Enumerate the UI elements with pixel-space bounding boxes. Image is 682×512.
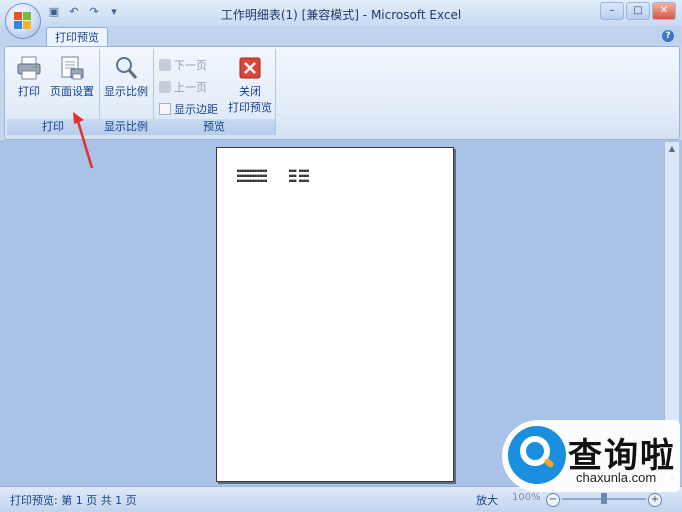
printer-icon bbox=[16, 55, 42, 81]
zoom-button-label: 显示比例 bbox=[104, 85, 148, 98]
watermark-logo-icon bbox=[508, 426, 566, 484]
close-preview-icon bbox=[237, 55, 263, 81]
page-content-col2: ■■■ ■■■■ ■■■ ■■■■ ■■■ ■■■■ bbox=[289, 168, 309, 183]
maximize-button[interactable]: □ bbox=[626, 2, 650, 20]
scroll-up-icon[interactable]: ▲ bbox=[665, 142, 679, 156]
tab-print-preview[interactable]: 打印预览 bbox=[46, 27, 108, 48]
window-title: 工作明细表(1) [兼容模式] - Microsoft Excel bbox=[220, 8, 462, 22]
preview-page[interactable]: ■■■■■■■■■■■■ ■■■■■■■■■■■■ ■■■■■■■■■■■■ ■… bbox=[216, 147, 454, 482]
prev-page-button[interactable]: 上一页 bbox=[159, 79, 207, 95]
close-window-button[interactable]: ✕ bbox=[652, 2, 676, 20]
show-margins-checkbox[interactable]: 显示边距 bbox=[159, 101, 218, 117]
annotation-arrow bbox=[73, 112, 94, 169]
page-text-line: ■■■ ■■■■ bbox=[289, 178, 310, 183]
title-bar: ▣ ↶ ↷ ▾ 工作明细表(1) [兼容模式] - Microsoft Exce… bbox=[0, 0, 682, 26]
magnifier-icon bbox=[113, 55, 139, 81]
minimize-button[interactable]: – bbox=[600, 2, 624, 20]
zoom-in-button[interactable]: + bbox=[648, 493, 662, 507]
status-text: 打印预览: 第 1 页 共 1 页 bbox=[10, 494, 137, 507]
prev-page-icon bbox=[159, 81, 171, 93]
watermark-text-en: chaxunla.com bbox=[576, 470, 657, 485]
zoom-out-button[interactable]: − bbox=[546, 493, 560, 507]
show-margins-label: 显示边距 bbox=[174, 103, 218, 116]
help-icon[interactable]: ? bbox=[662, 30, 674, 42]
checkbox-icon bbox=[159, 103, 171, 115]
close-preview-label-1: 关闭 bbox=[239, 85, 261, 98]
window-controls: – □ ✕ bbox=[600, 2, 676, 20]
ribbon: 打印 页面设置 打印 显示比例 显示比例 下一页 上一页 显示边距 关闭 打印预… bbox=[4, 46, 680, 140]
zoom-group-label: 显示比例 bbox=[99, 119, 153, 135]
close-preview-label-2: 打印预览 bbox=[228, 101, 272, 114]
close-preview-button[interactable]: 关闭 打印预览 bbox=[225, 55, 275, 115]
print-button-label: 打印 bbox=[18, 85, 40, 98]
page-text-line: ■■■■■■■■■■■■ bbox=[237, 178, 268, 183]
next-page-icon bbox=[159, 59, 171, 71]
watermark: 查询啦 chaxunla.com bbox=[502, 420, 680, 492]
zoom-group: 显示比例 显示比例 bbox=[99, 49, 154, 135]
office-logo-icon bbox=[14, 12, 32, 30]
prev-page-label: 上一页 bbox=[174, 81, 207, 94]
page-setup-button-label: 页面设置 bbox=[50, 85, 94, 98]
print-button[interactable]: 打印 bbox=[11, 55, 47, 99]
zoom-button[interactable]: 显示比例 bbox=[101, 55, 151, 99]
next-page-button[interactable]: 下一页 bbox=[159, 57, 207, 73]
preview-group: 下一页 上一页 显示边距 关闭 打印预览 预览 bbox=[153, 49, 276, 135]
zoom-percent: 100% bbox=[512, 492, 541, 503]
next-page-label: 下一页 bbox=[174, 59, 207, 72]
watermark-q-tail bbox=[543, 457, 555, 469]
page-content-col1: ■■■■■■■■■■■■ ■■■■■■■■■■■■ ■■■■■■■■■■■■ bbox=[237, 168, 267, 183]
office-button[interactable] bbox=[6, 4, 40, 38]
page-setup-icon bbox=[59, 55, 85, 81]
zoom-in-label[interactable]: 放大 bbox=[476, 492, 498, 508]
page-setup-button[interactable]: 页面设置 bbox=[47, 55, 97, 99]
preview-group-label: 预览 bbox=[153, 119, 275, 135]
zoom-slider-thumb[interactable] bbox=[601, 493, 607, 504]
